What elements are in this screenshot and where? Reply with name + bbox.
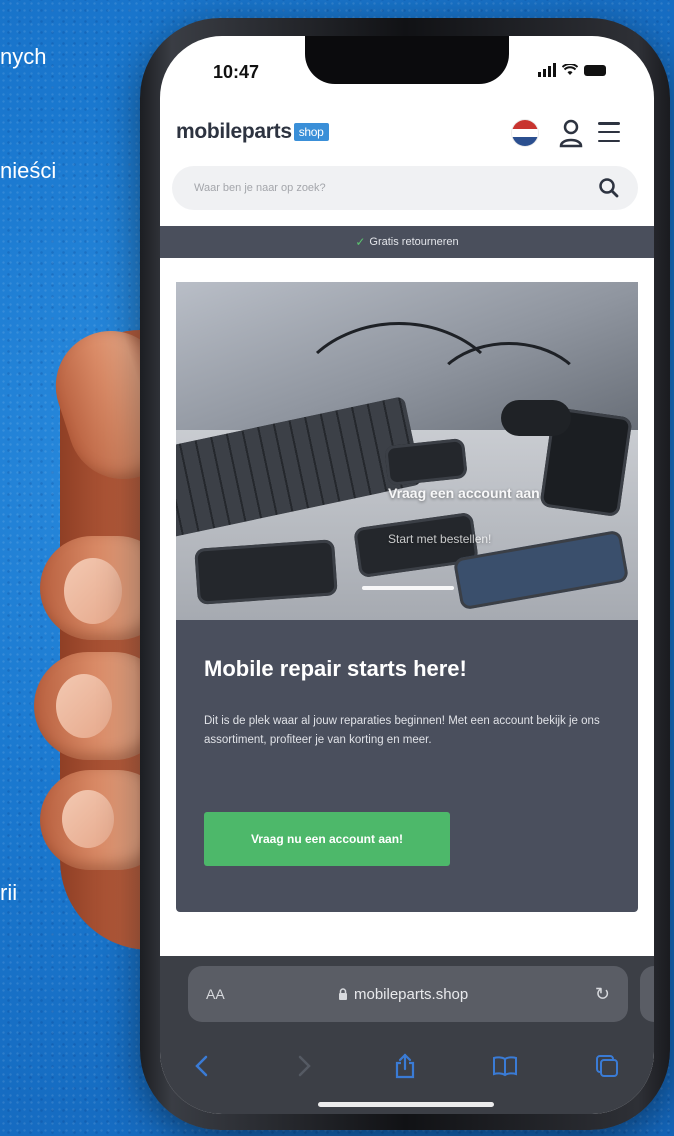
side-text-1: nych: [0, 44, 47, 69]
url-text: mobileparts.shop: [354, 985, 469, 1003]
hero-slider[interactable]: Vraag een account aan Start met bestelle…: [176, 282, 638, 620]
lock-icon: [339, 988, 347, 1000]
request-account-button[interactable]: Vraag nu een account aan!: [204, 812, 450, 866]
next-tab-preview[interactable]: [640, 966, 654, 1022]
signal-icon: [538, 63, 556, 77]
hero-line-2: Start met bestellen!: [388, 532, 492, 546]
status-icons: [538, 63, 606, 77]
card-title: Mobile repair starts here!: [204, 656, 467, 681]
check-icon: ✓: [355, 235, 366, 249]
hero-line-1: Vraag een account aan: [388, 485, 540, 501]
logo[interactable]: mobileparts shop: [176, 120, 329, 144]
card-text: Dit is de plek waar al jouw reparaties b…: [204, 715, 600, 746]
flag-nl-icon[interactable]: [512, 120, 538, 146]
notch: [305, 36, 509, 84]
usp-banner: ✓ Gratis retourneren: [160, 226, 654, 258]
search-icon[interactable]: [598, 177, 620, 199]
bookmarks-icon[interactable]: [490, 1052, 520, 1080]
tabs-icon[interactable]: [592, 1052, 622, 1080]
forward-icon[interactable]: [290, 1052, 320, 1080]
back-icon[interactable]: [186, 1052, 216, 1080]
logo-text: mobileparts: [176, 120, 292, 143]
home-indicator[interactable]: [318, 1102, 494, 1107]
share-icon[interactable]: [390, 1052, 420, 1080]
browser-toolbar: AA mobileparts.shop ↻: [160, 956, 654, 1114]
search-input[interactable]: [192, 181, 598, 195]
banner-text: Gratis retourneren: [369, 236, 459, 248]
site-header: mobileparts shop: [160, 110, 654, 160]
hero-cable: [426, 342, 592, 468]
hero-phone-part: [194, 539, 338, 605]
url-display[interactable]: mobileparts.shop: [338, 986, 468, 1003]
search-bar[interactable]: [172, 166, 638, 210]
phone-screen: 10:47 mobilepartsshop ✓: [160, 36, 654, 1114]
reload-icon[interactable]: ↻: [595, 984, 610, 1005]
status-time: 10:47: [213, 62, 260, 82]
user-icon[interactable]: [558, 118, 584, 148]
menu-icon[interactable]: [598, 122, 620, 142]
logo-badge: shop: [293, 123, 329, 142]
intro-card: Mobile repair starts here! Dit is de ple…: [176, 620, 638, 912]
battery-icon: [584, 64, 606, 76]
address-bar[interactable]: AA mobileparts.shop ↻: [188, 966, 628, 1022]
side-text-3: rii: [0, 880, 18, 905]
reader-mode-button[interactable]: AA: [206, 986, 225, 1002]
side-text-2: nieści: [0, 158, 57, 183]
wifi-icon: [562, 64, 578, 75]
slider-indicator[interactable]: [362, 586, 454, 590]
